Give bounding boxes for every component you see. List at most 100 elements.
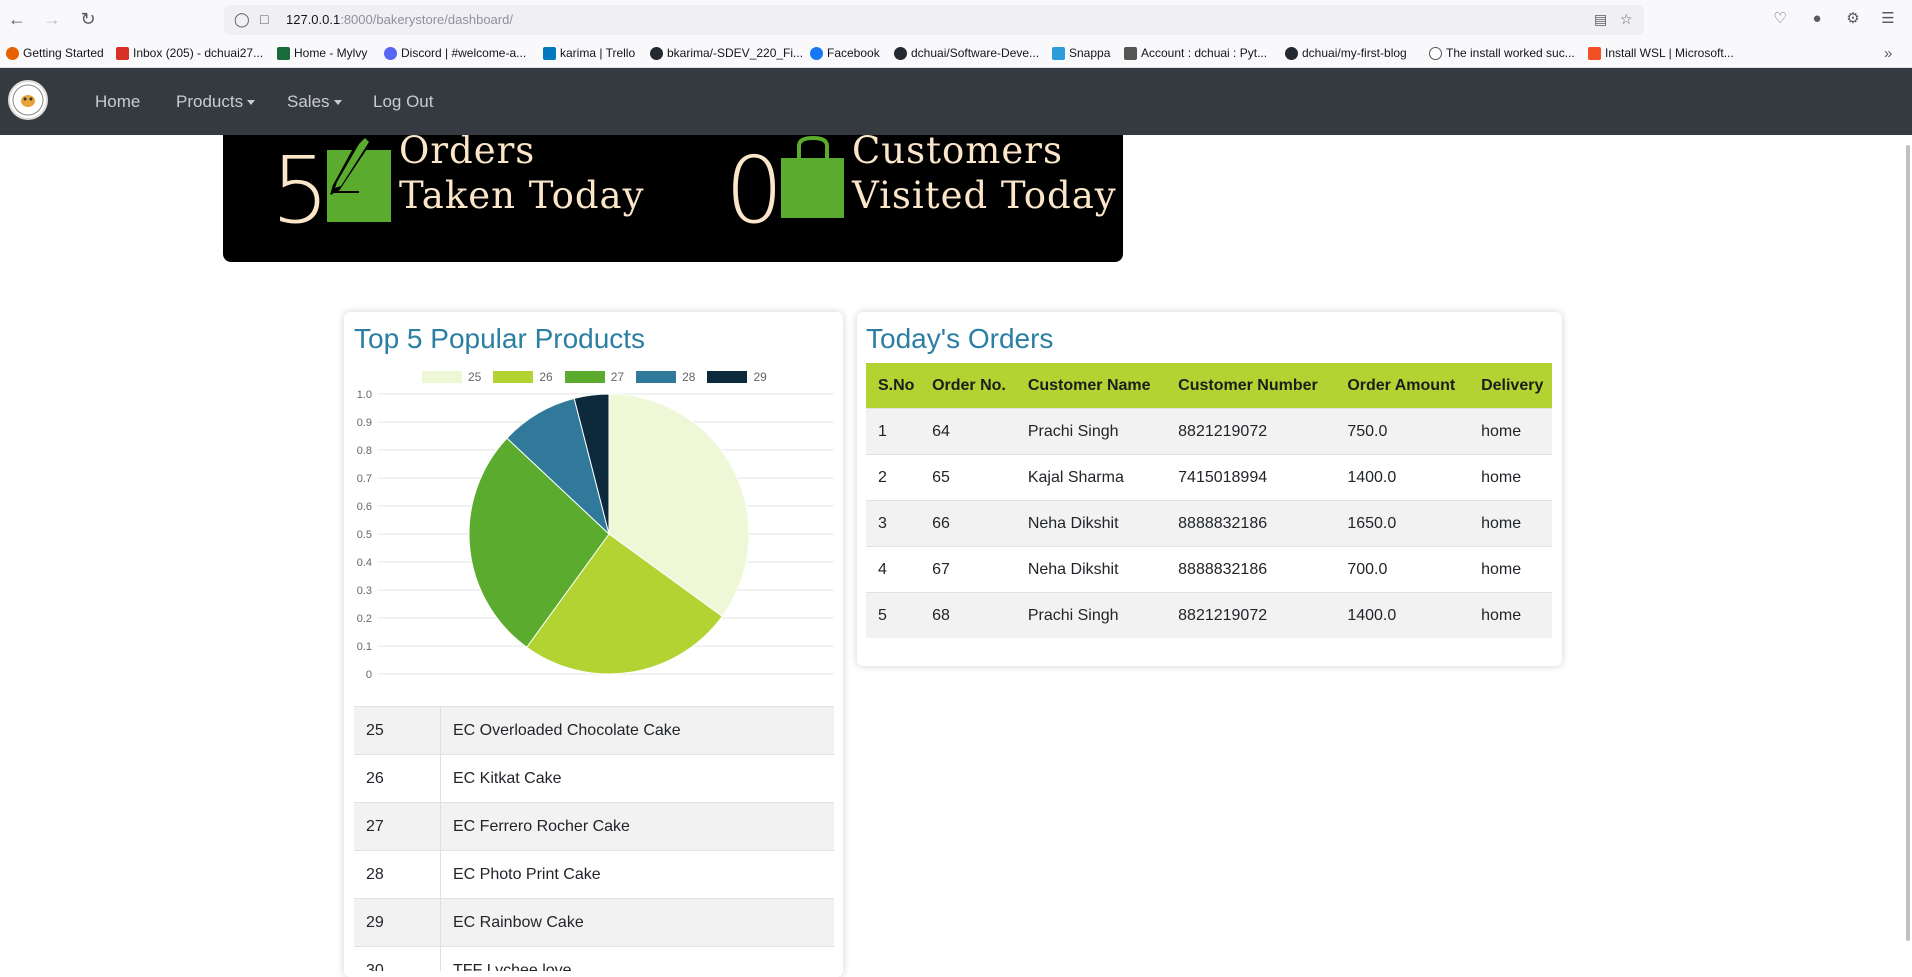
logo-graphic (12, 84, 44, 116)
column-header[interactable]: S.No (866, 363, 921, 409)
bookmark-item[interactable]: karima | Trello (543, 45, 635, 61)
y-tick-label: 0.4 (357, 557, 372, 569)
bookmark-item[interactable]: The install worked suc... (1429, 45, 1575, 61)
address-bar[interactable]: ◯ □ 127.0.0.1:8000/bakerystore/dashboard… (224, 5, 1644, 35)
github-icon (650, 46, 663, 60)
orders-notepad-icon (327, 133, 391, 222)
legend-label: 28 (682, 370, 696, 384)
customers-label-line2: Visited Today (852, 174, 1117, 217)
bookmark-item[interactable]: Home - Mylvy (277, 45, 367, 61)
order-cell: 65 (920, 454, 1016, 501)
order-cell: home (1469, 454, 1552, 501)
product-name: EC Kitkat Cake (453, 770, 562, 787)
product-row: 27 EC Ferrero Rocher Cake (354, 802, 834, 850)
bookmark-label: Getting Started (23, 46, 104, 60)
menu-icon[interactable]: ☰ (1878, 9, 1898, 29)
order-cell: 8888832186 (1166, 546, 1336, 593)
bookmark-item[interactable]: Snappa (1052, 45, 1110, 61)
bookmark-item[interactable]: Install WSL | Microsoft... (1588, 45, 1734, 61)
legend-label: 27 (610, 370, 625, 384)
shield-icon[interactable]: ◯ (234, 11, 250, 28)
order-cell: home (1469, 408, 1552, 455)
order-cell: Neha Dikshit (1015, 546, 1167, 593)
legend-item[interactable]: 29 (707, 370, 767, 384)
order-cell: 2 (866, 454, 921, 501)
legend-item[interactable]: 26 (493, 370, 553, 384)
python-icon (1124, 46, 1137, 60)
y-tick-label: 1.0 (357, 389, 372, 401)
back-arrow-icon[interactable]: ← (6, 8, 28, 30)
popular-products-pie-chart: 1.0 0.9 0.8 0.7 0.6 0.5 0.4 0.3 0.2 0.1 0 (357, 389, 834, 681)
forward-arrow-icon[interactable]: → (41, 8, 63, 30)
order-cell: home (1469, 546, 1552, 593)
nav-sales-dropdown[interactable]: Sales (287, 92, 342, 112)
page-scrollbar[interactable] (1906, 145, 1910, 941)
order-cell: 1400.0 (1335, 592, 1470, 638)
popular-products-title: Top 5 Popular Products (354, 323, 646, 354)
column-header[interactable]: Customer Name (1015, 363, 1167, 409)
pocket-icon[interactable]: ♡ (1770, 9, 1790, 29)
gmail-icon (116, 46, 129, 60)
y-tick-label: 0.2 (357, 613, 372, 625)
y-tick-label: 0.1 (357, 641, 372, 653)
legend-swatch (493, 371, 534, 383)
bookmark-item[interactable]: Discord | #welcome-a... (384, 45, 526, 61)
bookmark-item[interactable]: Getting Started (6, 45, 104, 61)
app-navbar: Home Products Sales Log Out (0, 68, 1912, 135)
product-row: 26 EC Kitkat Cake (354, 754, 834, 802)
bookmark-item[interactable]: dchuai/my-first-blog (1285, 45, 1407, 61)
legend-item[interactable]: 27 (564, 370, 625, 384)
nav-home[interactable]: Home (95, 92, 140, 112)
github-icon (1285, 46, 1298, 60)
order-cell: Prachi Singh (1015, 592, 1167, 638)
chart-legend: 25 26 27 28 29 (422, 370, 779, 384)
reload-icon[interactable]: ↻ (77, 8, 99, 30)
product-id: 26 (354, 755, 441, 802)
order-cell: 1400.0 (1335, 454, 1470, 501)
column-header[interactable]: Order Amount (1335, 363, 1470, 409)
bookmark-label: Install WSL | Microsoft... (1605, 46, 1734, 60)
orders-label-line2: Taken Today (399, 174, 645, 217)
order-row: 5 68 Prachi Singh 8821219072 1400.0 home (866, 592, 1552, 638)
bookmark-label: Account : dchuai : Pyt... (1141, 46, 1268, 60)
more-bookmarks-icon[interactable]: » (1884, 45, 1892, 62)
column-header[interactable]: Customer Number (1166, 363, 1336, 409)
reader-view-icon[interactable]: ▤ (1594, 11, 1607, 28)
order-cell: Kajal Sharma (1015, 454, 1167, 501)
bookmark-item[interactable]: Facebook (810, 45, 880, 61)
column-header[interactable]: Delivery (1469, 363, 1552, 409)
bookmark-label: Inbox (205) - dchuai27... (133, 46, 264, 60)
bookmark-label: dchuai/my-first-blog (1302, 46, 1407, 60)
extensions-icon[interactable]: ⚙ (1843, 9, 1863, 29)
column-header[interactable]: Order No. (920, 363, 1016, 409)
mylvy-icon (277, 46, 290, 60)
bookmark-label: Snappa (1069, 46, 1111, 60)
nav-logout[interactable]: Log Out (373, 92, 434, 112)
y-tick-label: 0.3 (357, 585, 372, 597)
order-cell: home (1469, 500, 1552, 547)
orders-table-body: 1 64 Prachi Singh 8821219072 750.0 home 2 65 Kaj… (866, 408, 1552, 638)
y-tick-label: 0.6 (357, 501, 372, 513)
product-id: 25 (354, 707, 441, 754)
bakery-logo[interactable] (8, 80, 48, 120)
product-id: 30 (354, 947, 441, 971)
bookmark-item[interactable]: Inbox (205) - dchuai27... (116, 45, 263, 61)
order-cell: 8821219072 (1166, 408, 1336, 455)
bookmark-item[interactable]: Account : dchuai : Pyt... (1124, 45, 1267, 61)
order-cell: 64 (920, 408, 1016, 455)
product-row: 29 EC Rainbow Cake (354, 898, 834, 946)
order-cell: 8888832186 (1166, 500, 1336, 547)
y-tick-label: 0.5 (357, 529, 372, 541)
bookmark-item[interactable]: dchuai/Software-Deve... (894, 45, 1039, 61)
legend-item[interactable]: 25 (422, 370, 481, 384)
product-name: EC Overloaded Chocolate Cake (453, 722, 681, 739)
snappa-icon (1052, 46, 1065, 60)
account-icon[interactable]: ● (1807, 9, 1827, 29)
trello-icon (543, 46, 556, 60)
legend-item[interactable]: 28 (636, 370, 695, 384)
bookmark-label: Facebook (827, 46, 880, 60)
bookmark-star-icon[interactable]: ☆ (1620, 11, 1633, 28)
nav-products-dropdown[interactable]: Products (176, 92, 256, 112)
url-text[interactable]: 127.0.0.1:8000/bakerystore/dashboard/ (286, 12, 513, 27)
bookmark-item[interactable]: bkarima/-SDEV_220_Fi... (650, 45, 803, 61)
